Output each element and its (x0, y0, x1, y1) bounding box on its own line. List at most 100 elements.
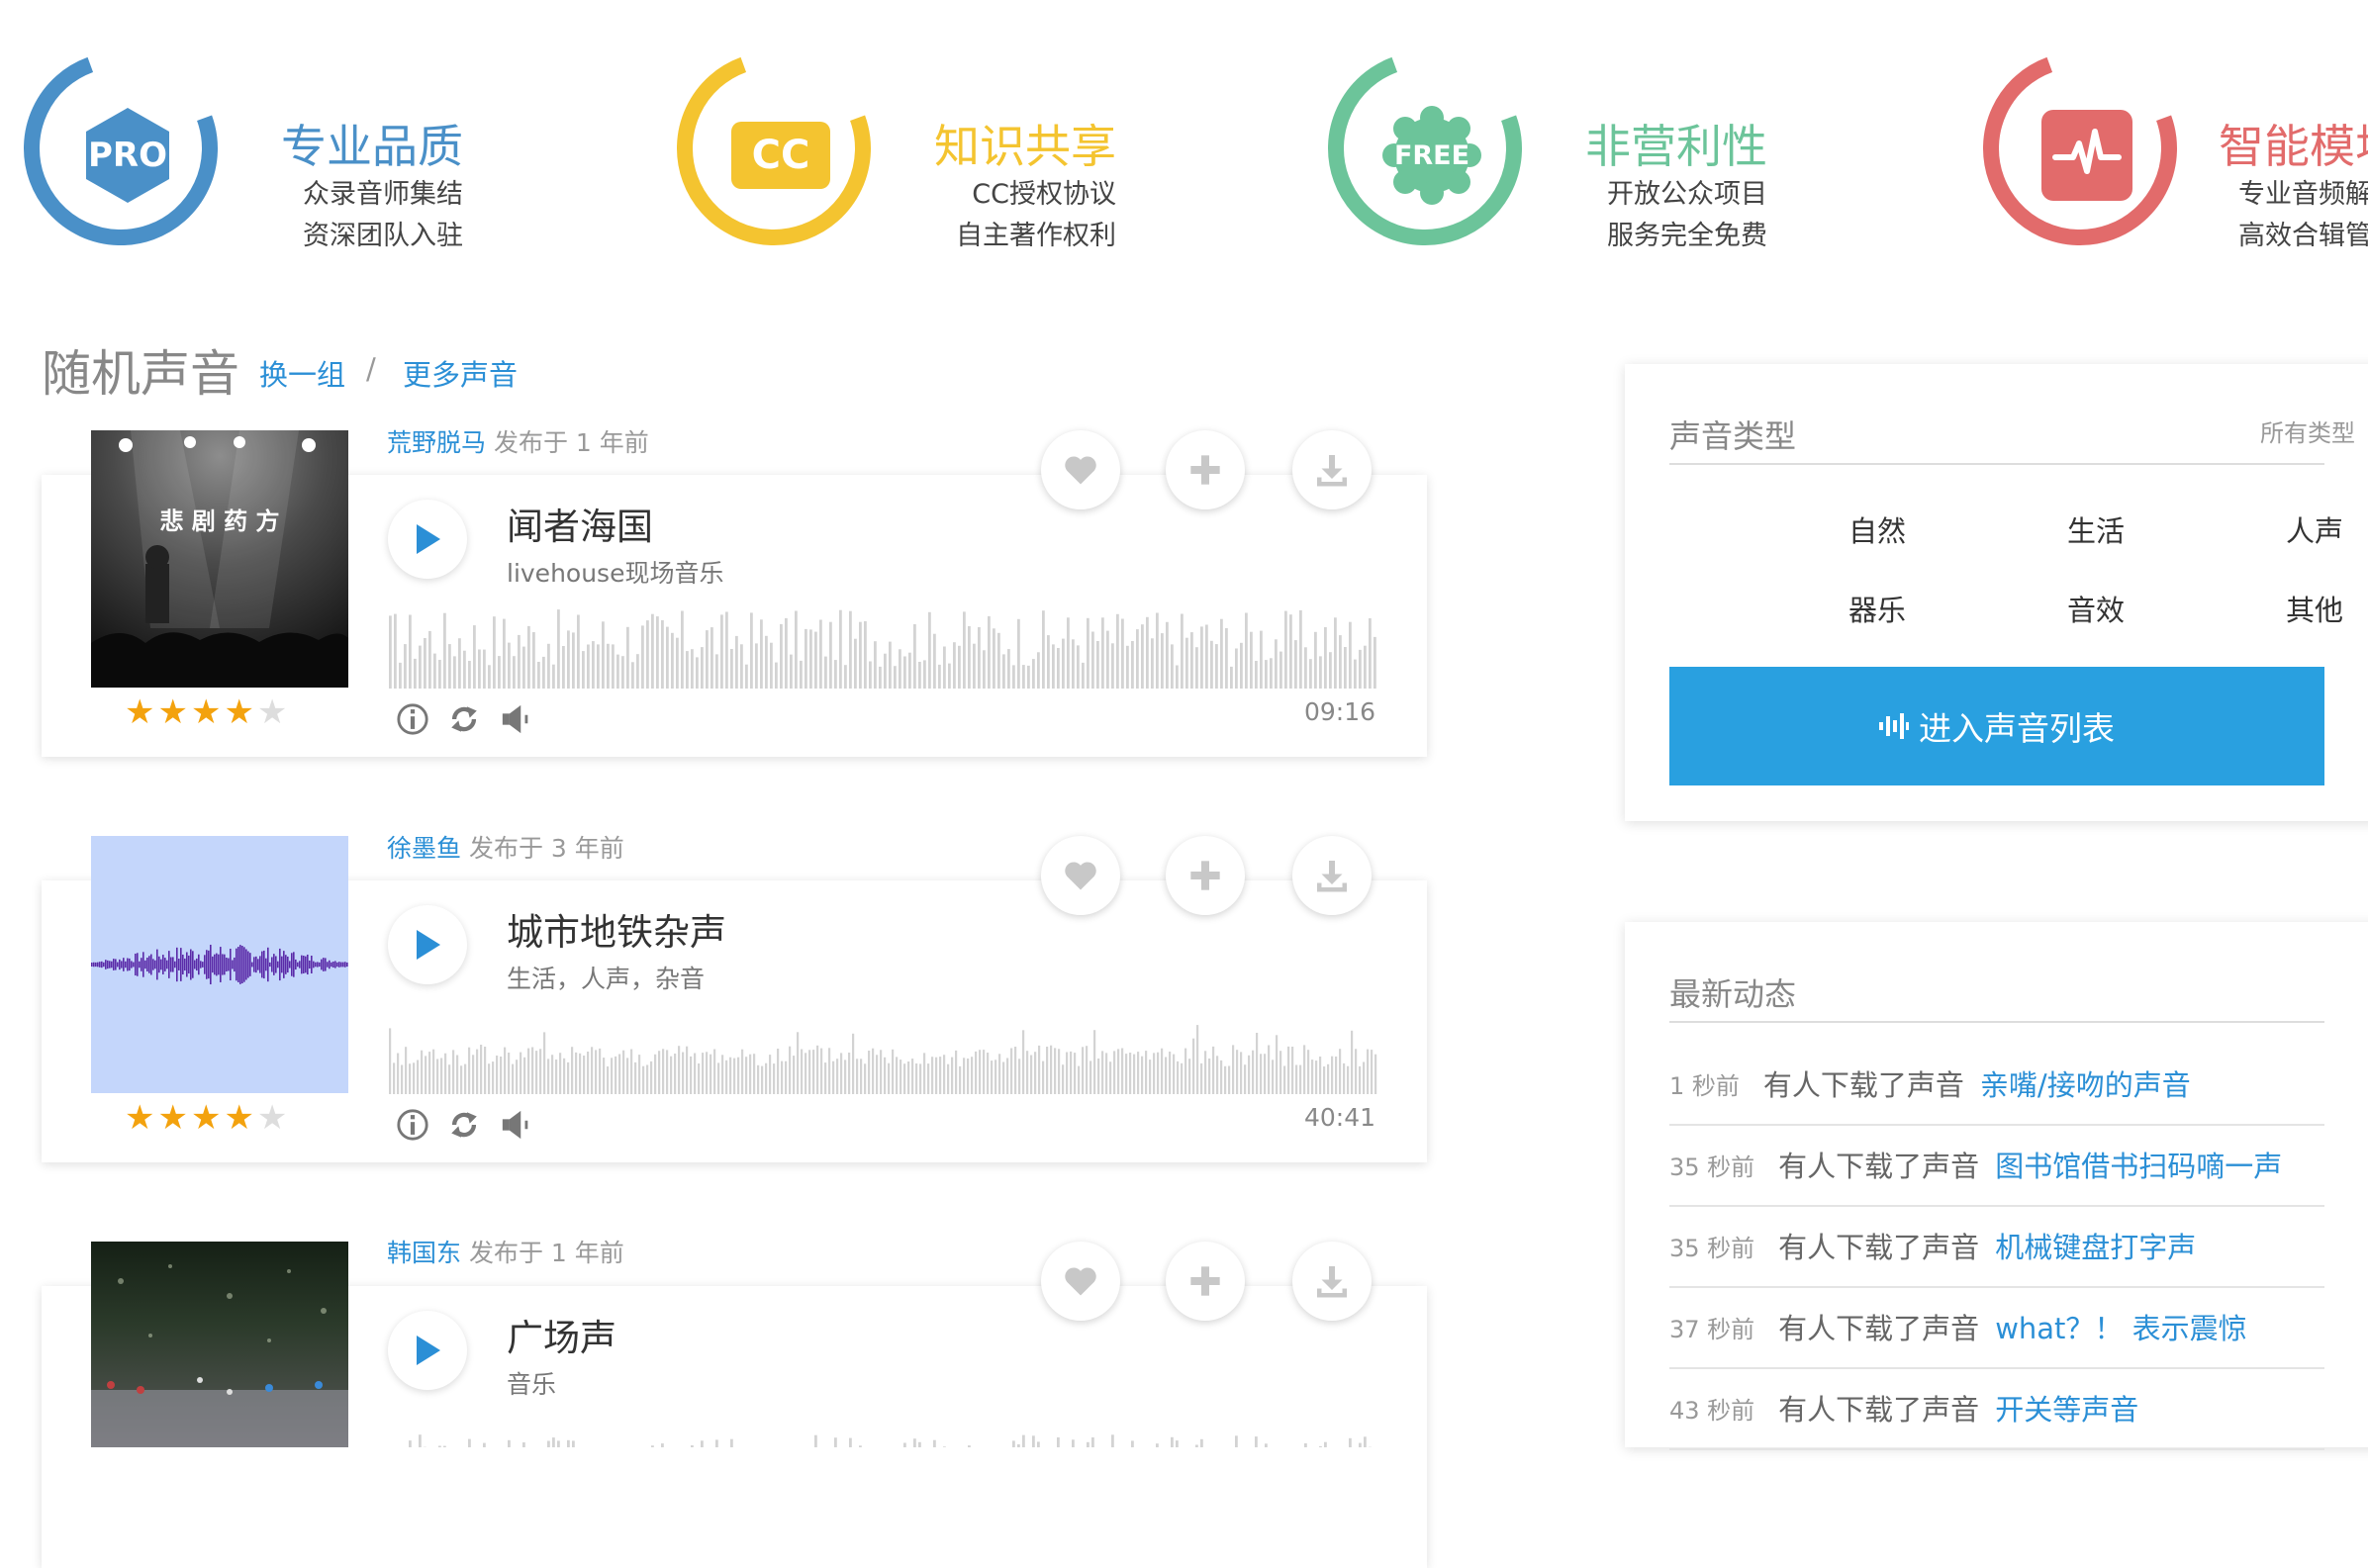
cover-wave-bar (129, 959, 131, 970)
waveform-bar (1037, 1441, 1040, 1447)
enter-sound-list-button[interactable]: 进入声音列表 (1669, 667, 2324, 785)
author-link[interactable]: 荒野脱马 (387, 428, 486, 457)
add-button[interactable] (1166, 836, 1245, 915)
loop-icon[interactable] (447, 702, 481, 736)
waveform-bar (888, 1063, 890, 1094)
sound-title[interactable]: 闻者海国 (507, 497, 653, 550)
waveform-bar (1244, 1064, 1246, 1094)
download-button[interactable] (1292, 836, 1372, 915)
waveform-bar (725, 1061, 727, 1094)
sound-cover-image[interactable] (91, 1242, 348, 1447)
sound-cover-image[interactable]: 悲 剧 药 方 (91, 430, 348, 688)
waveform-bar (983, 1050, 985, 1094)
author-link[interactable]: 徐墨鱼 (387, 834, 461, 863)
feed-sound-link[interactable]: 机械键盘打字声 (1995, 1225, 2196, 1266)
heart-icon (1063, 1265, 1098, 1297)
waveform-bar (1363, 1062, 1365, 1095)
info-icon[interactable] (396, 702, 429, 736)
waveform-bar (626, 1058, 628, 1094)
cover-wave-bar (315, 963, 317, 968)
type-instrument[interactable]: 器乐 (1778, 588, 1976, 629)
feed-sound-link[interactable]: what？！ 表示震惊 (1995, 1306, 2246, 1347)
all-types-link[interactable]: 所有类型 (2260, 414, 2355, 448)
waveform-bar (456, 1056, 458, 1095)
waveform-bar (1347, 1066, 1349, 1094)
free-badge-icon: FREE (1382, 106, 1481, 205)
waveform-bar (1255, 1436, 1258, 1447)
author-link[interactable]: 韩国东 (387, 1239, 461, 1267)
waveform-bar (508, 643, 511, 689)
feed-sound-link[interactable]: 图书馆借书扫码嘀一声 (1995, 1144, 2282, 1185)
waveform-bar (520, 1053, 521, 1094)
waveform-bar (702, 1053, 704, 1094)
waveform-bar (1131, 1440, 1134, 1447)
waveform-bar (1205, 625, 1208, 690)
waveform-bar (1339, 635, 1342, 689)
volume-icon[interactable] (500, 702, 533, 736)
waveform-bar (864, 621, 867, 689)
shuffle-link[interactable]: 换一组 (259, 352, 345, 394)
waveform-bar (820, 1049, 822, 1094)
info-icon[interactable] (396, 1108, 429, 1142)
waveform[interactable] (389, 1007, 1378, 1094)
waveform-bar (1137, 1052, 1139, 1094)
type-other[interactable]: 其他 (2216, 588, 2368, 629)
waveform-bar (730, 1439, 733, 1447)
waveform-bar (923, 660, 926, 689)
waveform-bar (848, 1053, 850, 1094)
add-button[interactable] (1166, 430, 1245, 509)
like-button[interactable] (1041, 1242, 1120, 1321)
play-button[interactable] (388, 905, 467, 984)
cover-wave-bar (241, 946, 243, 983)
waveform-icon (1879, 713, 1909, 739)
download-button[interactable] (1292, 430, 1372, 509)
play-button[interactable] (388, 500, 467, 579)
loop-icon[interactable] (447, 1108, 481, 1142)
feed-sound-link[interactable]: 开关等声音 (1995, 1387, 2138, 1429)
waveform-bar (773, 1063, 775, 1094)
cover-wave-bar (218, 955, 220, 975)
cover-wave-bar (319, 963, 321, 967)
waveform-bar (666, 1050, 668, 1094)
cover-wave-bar (295, 960, 297, 969)
play-button[interactable] (388, 1311, 467, 1390)
more-sounds-link[interactable]: 更多声音 (403, 352, 518, 394)
type-nature[interactable]: 自然 (1778, 508, 1976, 550)
type-sfx[interactable]: 音效 (1997, 588, 2195, 629)
cover-wave-bar (131, 961, 133, 968)
sound-cover-image[interactable] (91, 836, 348, 1093)
waveform-bar (607, 644, 610, 689)
waveform-bar (417, 1061, 419, 1095)
waveform-bar (868, 1051, 870, 1094)
like-button[interactable] (1041, 836, 1120, 915)
type-voice[interactable]: 人声 (2216, 508, 2368, 550)
waveform-bar (1037, 652, 1040, 689)
add-button[interactable] (1166, 1242, 1245, 1321)
waveform-bar (493, 616, 496, 689)
waveform-bar (1057, 648, 1060, 689)
cover-wave-bar (317, 962, 319, 967)
sound-title[interactable]: 城市地铁杂声 (507, 902, 726, 956)
sound-title[interactable]: 广场声 (507, 1308, 616, 1361)
waveform-bar (849, 1438, 852, 1447)
like-button[interactable] (1041, 430, 1120, 509)
waveform-bar (991, 1061, 993, 1094)
volume-icon[interactable] (500, 1108, 533, 1142)
waveform-bar (710, 627, 713, 689)
waveform-bar (1171, 1437, 1174, 1447)
type-life[interactable]: 生活 (1997, 508, 2195, 550)
download-button[interactable] (1292, 1242, 1372, 1321)
cover-wave-bar (184, 959, 186, 970)
play-icon (413, 1334, 442, 1367)
waveform-bar (938, 665, 941, 689)
cover-wave-bar (329, 961, 331, 968)
waveform[interactable] (389, 601, 1378, 689)
waveform-bar (978, 627, 981, 689)
waveform-bar (828, 1048, 830, 1094)
cover-wave-bar (125, 962, 127, 968)
waveform[interactable] (389, 1425, 1378, 1447)
feature-title: 专业品质 (236, 111, 463, 176)
waveform-bar (896, 1057, 898, 1094)
cover-wave-bar (208, 951, 210, 978)
feed-sound-link[interactable]: 亲嘴/接吻的声音 (1980, 1062, 2191, 1104)
